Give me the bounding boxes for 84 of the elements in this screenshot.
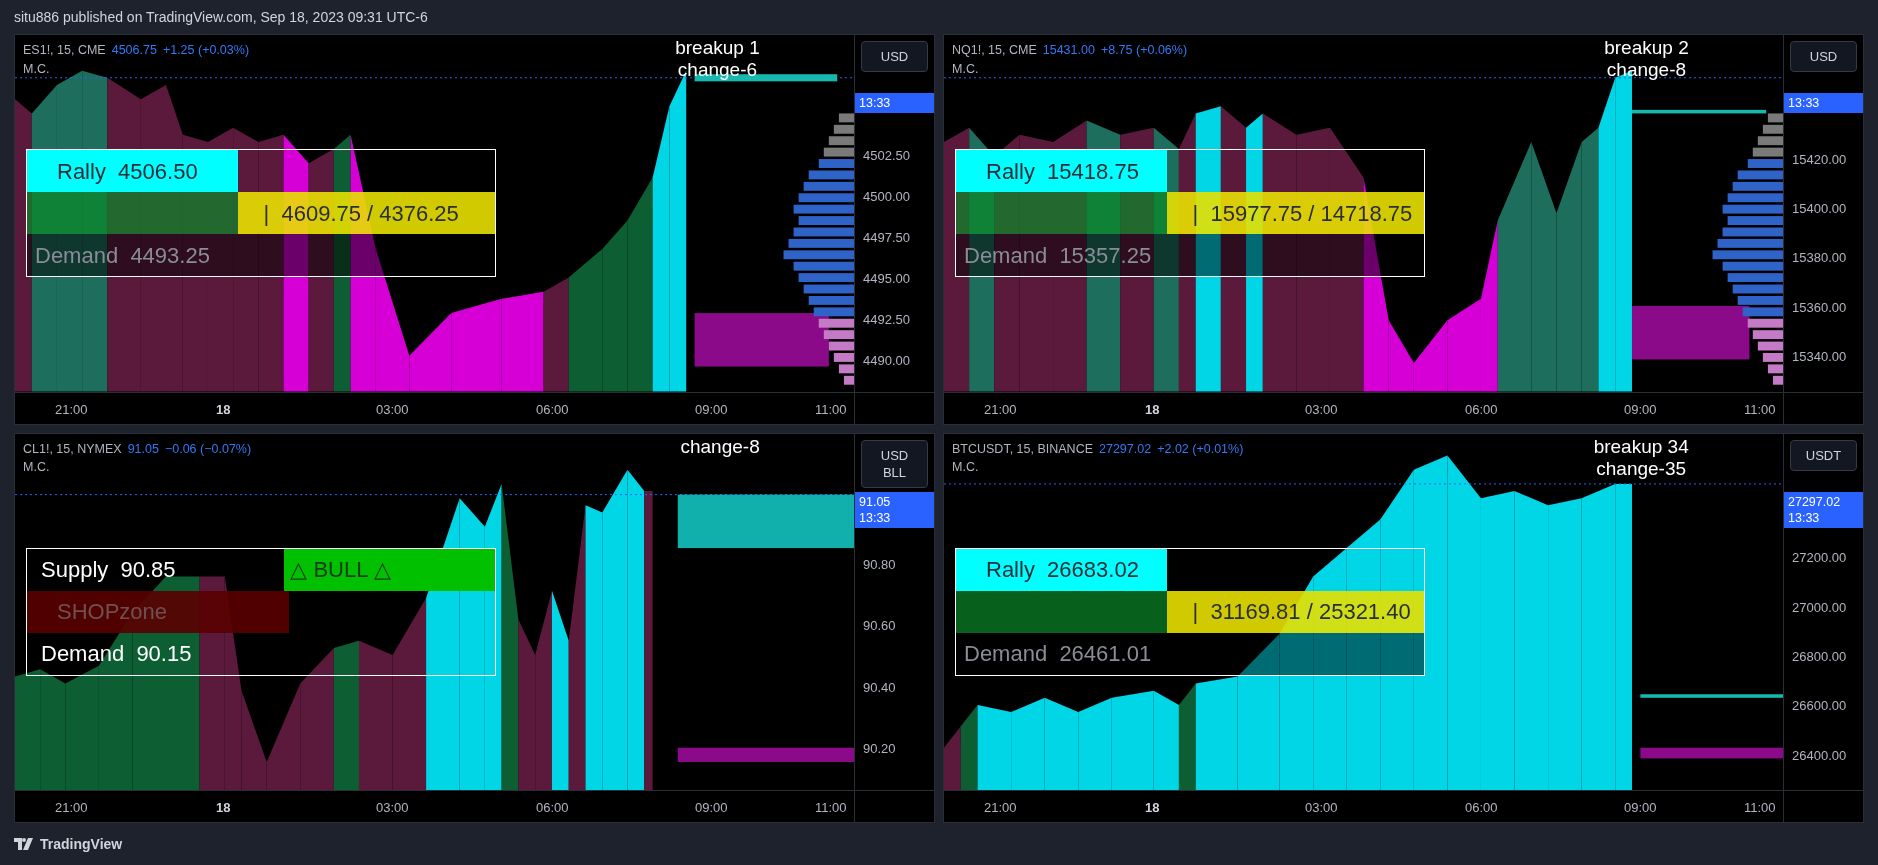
bull-label: △ BULL △ [284,548,495,591]
price-value: 27297.02 [1099,440,1152,458]
symbol-label[interactable]: NQ1!, 15, CME [952,41,1037,60]
time-axis-label: 06:00 [1465,799,1498,817]
study-label[interactable]: M.C. [952,59,979,79]
signal-annotation: breakup 2 change-8 [1603,37,1690,81]
time-axis-label: 11:00 [1744,400,1776,419]
price-badge: 27297.02 13:33 [1784,491,1863,528]
time-axis-label: 18 [1145,799,1160,817]
time-axis-label: 06:00 [1465,400,1498,419]
change-value: +8.75 (+0.06%) [1100,42,1188,59]
range-label: | 4609.75 / 4376.25 [237,192,495,234]
price-axis-label: 26400.00 [1791,746,1848,765]
price-axis-label: 90.40 [862,678,897,697]
label-label: Demand 90.15 [40,640,193,668]
price-axis-label: 4492.50 [862,311,911,330]
price-axis-label: 4490.00 [862,352,911,371]
zone-label: SHOPzone [27,590,289,633]
symbol-label[interactable]: BTCUSDT, 15, BINANCE [952,439,1093,459]
time-axis-label: 09:00 [695,400,728,419]
brand-label[interactable]: TradingView [40,833,123,855]
range-label: | 15977.75 / 14718.75 [1166,192,1424,234]
time-axis-label: 18 [216,400,231,419]
time-axis-label: 09:00 [695,799,728,817]
price-axis-label: 90.80 [862,555,897,574]
price-value: 91.05 [127,440,159,458]
price-axis-label: 15400.00 [1791,200,1848,219]
price-axis-label: 15360.00 [1791,298,1848,317]
price-axis-label: 15420.00 [1791,150,1848,169]
price-axis-label: 90.20 [862,740,897,759]
price-axis-label: 27000.00 [1791,598,1848,617]
range-label: | 31169.81 / 25321.40 [1166,590,1424,633]
change-value: +2.02 (+0.01%) [1157,440,1244,458]
symbol-label[interactable]: ES1!, 15, CME [23,41,106,60]
study-label[interactable]: M.C. [23,59,50,79]
time-axis-label: 18 [216,799,231,817]
study-label[interactable]: M.C. [23,458,50,477]
currency-button[interactable]: USD BLL [861,439,928,488]
time-axis-label: 18 [1145,400,1160,419]
label-label: Supply 90.85 [40,556,177,584]
price-axis-label: 90.60 [862,617,897,636]
time-axis-label: 03:00 [376,400,409,419]
price-axis-label: 4495.00 [862,270,911,288]
time-axis-label: 21:00 [55,400,88,419]
price-axis-label: 26800.00 [1791,648,1848,666]
change-value: −0.06 (−0.07%) [164,440,252,458]
price-badge: 13:33 [855,93,934,113]
currency-button[interactable]: USD [861,41,928,72]
price-value: 15431.00 [1042,42,1095,59]
time-axis-label: 11:00 [815,400,847,419]
rally-label: Rally 26683.02 [956,548,1167,591]
time-axis-label: 03:00 [1305,400,1338,419]
change-value: +1.25 (+0.03%) [162,42,250,59]
currency-button[interactable]: USDT [1790,439,1857,471]
time-axis-label: 11:00 [1744,799,1776,817]
time-axis-label: 11:00 [815,799,847,817]
time-axis-label: 03:00 [376,799,409,817]
price-axis-label: 27200.00 [1791,549,1848,568]
time-axis-label: 06:00 [536,400,569,419]
rally-label: Rally 4506.50 [27,150,238,192]
price-value: 4506.75 [111,42,157,59]
study-label[interactable]: M.C. [952,458,979,477]
time-axis-label: 21:00 [55,799,88,817]
currency-button[interactable]: USD [1790,41,1857,72]
rally-label: Rally 15418.75 [956,150,1167,192]
signal-annotation: change-8 [679,435,761,458]
price-axis-label: 4502.50 [862,146,911,165]
time-axis-label: 09:00 [1624,400,1657,419]
logo-icon [14,838,34,850]
price-axis-label: 26600.00 [1791,697,1848,716]
symbol-label[interactable]: CL1!, 15, NYMEX [23,439,122,459]
time-axis-label: 21:00 [984,799,1017,817]
signal-annotation: breakup 34 change-35 [1592,435,1690,480]
price-axis-label: 15340.00 [1791,348,1848,367]
publish-info: situ886 published on TradingView.com, Sep 18, 2023 09:31 UTC-6 [14,7,428,27]
time-axis-label: 03:00 [1305,799,1338,817]
time-axis-label: 09:00 [1624,799,1657,817]
price-axis-label: 15380.00 [1791,249,1848,268]
price-badge: 91.05 13:33 [855,491,934,528]
price-axis-label: 4500.00 [862,187,911,206]
time-axis-label: 06:00 [536,799,569,817]
price-badge: 13:33 [1784,93,1863,113]
time-axis-label: 21:00 [984,400,1017,419]
price-axis-label: 4497.50 [862,228,911,247]
